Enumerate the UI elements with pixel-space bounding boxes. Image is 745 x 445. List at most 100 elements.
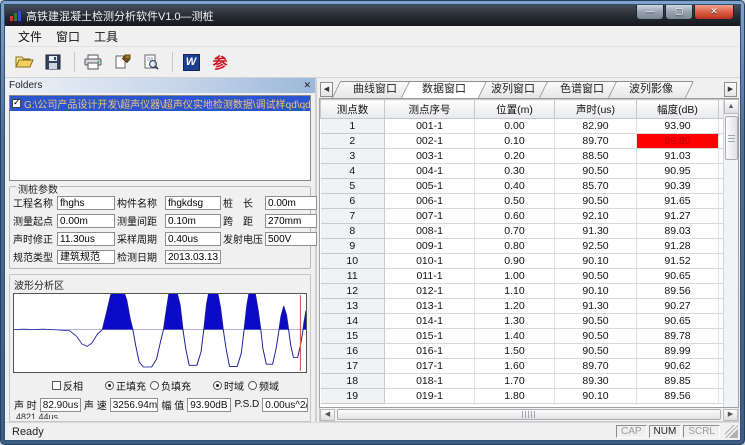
table-cell[interactable]: 90.50 [555, 329, 637, 344]
table-cell[interactable]: 19 [321, 389, 385, 404]
table-cell[interactable]: 91.52 [637, 254, 719, 269]
table-cell[interactable]: 006-1 [385, 194, 475, 209]
table-cell[interactable]: 004-1 [385, 164, 475, 179]
table-cell[interactable]: 90.27 [637, 299, 719, 314]
waveform-plot[interactable] [13, 293, 307, 373]
table-cell[interactable]: 1.20 [475, 299, 555, 314]
table-cell[interactable]: 0.50 [475, 194, 555, 209]
tab-data-window[interactable]: 数据窗口 [405, 81, 483, 98]
highlighted-cell[interactable]: 86.80 [637, 134, 719, 149]
checkbox-checked-icon[interactable] [12, 99, 21, 108]
table-cell[interactable]: 1.80 [475, 389, 555, 404]
open-button[interactable] [11, 50, 37, 74]
table-cell[interactable]: 001-1 [385, 119, 475, 134]
table-cell[interactable]: 010-1 [385, 254, 475, 269]
table-cell[interactable]: 0.10 [475, 134, 555, 149]
negative-fill-radio[interactable]: 负填充 [150, 378, 191, 393]
table-cell[interactable]: 015-1 [385, 329, 475, 344]
table-cell[interactable]: 1.50 [475, 344, 555, 359]
table-cell[interactable]: 82.90 [555, 119, 637, 134]
table-cell[interactable]: 008-1 [385, 224, 475, 239]
table-row[interactable]: 7007-10.6092.1091.272931.6025.6 [321, 209, 724, 224]
menu-window[interactable]: 窗口 [49, 27, 87, 46]
table-row[interactable]: 4004-10.3090.5090.952983.4340.0 [321, 164, 724, 179]
tab-scroll-left-icon[interactable]: ◀ [320, 82, 333, 97]
table-row[interactable]: 16016-11.5090.5089.992983.430.00 [321, 344, 724, 359]
table-cell[interactable]: 14 [321, 314, 385, 329]
table-cell[interactable]: 90.62 [637, 359, 719, 374]
table-row[interactable]: 12012-11.1090.1089.562996.671.60 [321, 284, 724, 299]
preview-button[interactable] [138, 50, 164, 74]
report-button[interactable] [109, 50, 135, 74]
positive-fill-radio[interactable]: 正填充 [105, 378, 146, 393]
table-cell[interactable]: 91.27 [637, 209, 719, 224]
table-cell[interactable]: 0.20 [475, 149, 555, 164]
table-cell[interactable]: 16 [321, 344, 385, 359]
vertical-scroll-thumb[interactable] [725, 116, 738, 160]
column-header[interactable]: 幅度(dB) [637, 100, 719, 119]
table-cell[interactable]: 93.90 [637, 119, 719, 134]
param-value-field[interactable]: 0.00m [57, 214, 115, 228]
table-cell[interactable]: 89.85 [637, 374, 719, 389]
table-cell[interactable]: 89.30 [555, 374, 637, 389]
column-header[interactable]: 声时(us) [555, 100, 637, 119]
table-cell[interactable]: 017-1 [385, 359, 475, 374]
table-cell[interactable]: 11 [321, 269, 385, 284]
resize-grip[interactable] [725, 425, 738, 438]
table-cell[interactable]: 85.70 [555, 179, 637, 194]
sound-velocity-field[interactable]: 3256.94m/s [110, 398, 159, 412]
vertical-scrollbar[interactable]: ▲ [723, 99, 738, 407]
table-cell[interactable]: 15 [321, 329, 385, 344]
table-cell[interactable]: 90.50 [555, 194, 637, 209]
param-value-field[interactable]: 0.00m [265, 196, 317, 210]
folder-list-item[interactable]: G:\公司产品设计开发\超声仪器\超声仪实地检测数据\调试样qd\qd03\qd… [10, 96, 310, 111]
table-row[interactable]: 13013-11.2091.3090.272957.2814.4 [321, 299, 724, 314]
table-cell[interactable]: 18 [321, 374, 385, 389]
table-cell[interactable]: 90.10 [555, 284, 637, 299]
table-cell[interactable]: 1 [321, 119, 385, 134]
table-cell[interactable]: 3 [321, 149, 385, 164]
table-cell[interactable]: 007-1 [385, 209, 475, 224]
table-cell[interactable]: 013-1 [385, 299, 475, 314]
table-cell[interactable]: 90.95 [637, 164, 719, 179]
table-cell[interactable]: 90.50 [555, 314, 637, 329]
table-row[interactable]: 18018-11.7089.3089.853023.521.60 [321, 374, 724, 389]
table-cell[interactable]: 012-1 [385, 284, 475, 299]
table-cell[interactable]: 9 [321, 239, 385, 254]
table-cell[interactable]: 10 [321, 254, 385, 269]
folders-close-icon[interactable]: ✕ [303, 80, 311, 91]
param-value-field[interactable]: 11.30us [57, 232, 115, 246]
table-cell[interactable]: 91.65 [637, 194, 719, 209]
table-cell[interactable]: 89.03 [637, 224, 719, 239]
table-cell[interactable]: 91.03 [637, 149, 719, 164]
table-cell[interactable]: 4 [321, 164, 385, 179]
table-cell[interactable]: 12 [321, 284, 385, 299]
column-header[interactable]: 位置(m) [475, 100, 555, 119]
amplitude-field[interactable]: 93.90dB [187, 398, 231, 412]
print-button[interactable] [80, 50, 106, 74]
param-value-field[interactable]: 0.40us [165, 232, 221, 246]
table-cell[interactable]: 90.50 [555, 164, 637, 179]
table-cell[interactable]: 011-1 [385, 269, 475, 284]
table-cell[interactable]: 1.30 [475, 314, 555, 329]
table-cell[interactable]: 90.65 [637, 269, 719, 284]
table-cell[interactable]: 17 [321, 359, 385, 374]
table-cell[interactable]: 5 [321, 179, 385, 194]
table-cell[interactable]: 89.78 [637, 329, 719, 344]
tab-scroll-right-icon[interactable]: ▶ [724, 82, 737, 97]
table-row[interactable]: 9009-10.8092.5091.282918.9214.4 [321, 239, 724, 254]
table-cell[interactable]: 005-1 [385, 179, 475, 194]
table-cell[interactable]: 0.80 [475, 239, 555, 254]
table-cell[interactable]: 0.40 [475, 179, 555, 194]
maximize-button[interactable]: ▢ [665, 5, 693, 20]
table-row[interactable]: 14014-11.3090.5090.652983.436.40 [321, 314, 724, 329]
table-cell[interactable]: 003-1 [385, 149, 475, 164]
table-cell[interactable]: 1.40 [475, 329, 555, 344]
table-cell[interactable]: 91.28 [637, 239, 719, 254]
title-bar[interactable]: 高铁建混凝土检测分析软件V1.0—测桩 — ▢ ✕ [5, 5, 740, 26]
table-row[interactable]: 17017-11.6089.7090.623010.036.40 [321, 359, 724, 374]
table-row[interactable]: 6006-10.5090.5091.652983.43230.4 [321, 194, 724, 209]
table-cell[interactable]: 8 [321, 224, 385, 239]
table-row[interactable]: 15015-11.4090.5089.782983.430.00 [321, 329, 724, 344]
param-value-field[interactable]: 2013.03.13 [165, 250, 221, 264]
